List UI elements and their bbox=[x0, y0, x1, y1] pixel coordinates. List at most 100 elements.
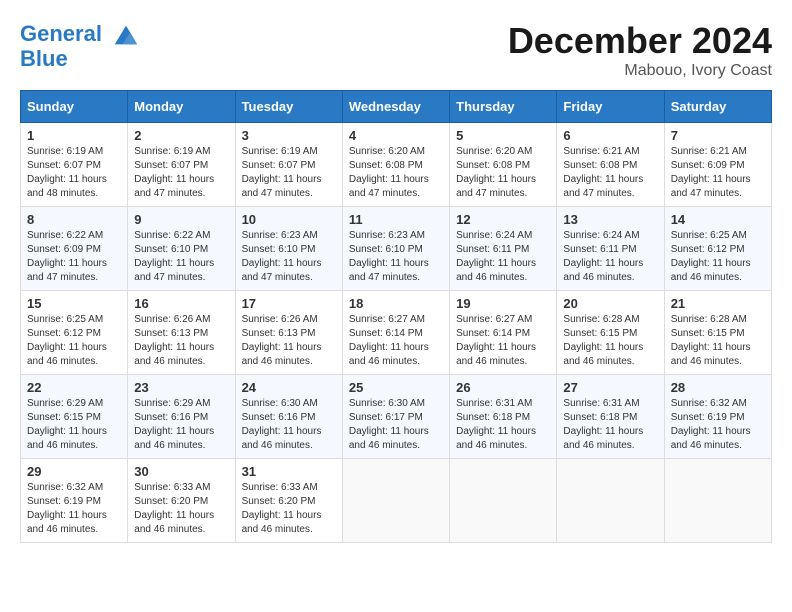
day-number: 1 bbox=[27, 128, 121, 143]
day-info: Sunrise: 6:31 AM Sunset: 6:18 PM Dayligh… bbox=[563, 397, 657, 453]
day-number: 28 bbox=[671, 380, 765, 395]
day-info: Sunrise: 6:20 AM Sunset: 6:08 PM Dayligh… bbox=[456, 145, 550, 201]
logo: General Blue bbox=[20, 20, 141, 72]
calendar-cell: 10 Sunrise: 6:23 AM Sunset: 6:10 PM Dayli… bbox=[235, 207, 342, 291]
header: General Blue December 2024 Mabouo, Ivory… bbox=[20, 20, 772, 80]
day-number: 17 bbox=[242, 296, 336, 311]
day-number: 25 bbox=[349, 380, 443, 395]
day-info: Sunrise: 6:30 AM Sunset: 6:17 PM Dayligh… bbox=[349, 397, 443, 453]
day-number: 10 bbox=[242, 212, 336, 227]
calendar-cell: 28 Sunrise: 6:32 AM Sunset: 6:19 PM Dayli… bbox=[664, 375, 771, 459]
day-number: 14 bbox=[671, 212, 765, 227]
day-info: Sunrise: 6:30 AM Sunset: 6:16 PM Dayligh… bbox=[242, 397, 336, 453]
calendar-cell: 14 Sunrise: 6:25 AM Sunset: 6:12 PM Dayli… bbox=[664, 207, 771, 291]
calendar-cell: 6 Sunrise: 6:21 AM Sunset: 6:08 PM Daylig… bbox=[557, 123, 664, 207]
day-number: 22 bbox=[27, 380, 121, 395]
week-row-1: 1 Sunrise: 6:19 AM Sunset: 6:07 PM Daylig… bbox=[21, 123, 772, 207]
calendar-cell bbox=[450, 459, 557, 543]
day-number: 6 bbox=[563, 128, 657, 143]
week-row-5: 29 Sunrise: 6:32 AM Sunset: 6:19 PM Dayli… bbox=[21, 459, 772, 543]
calendar-cell: 19Sunrise: 6:27 AM Sunset: 6:14 PM Dayli… bbox=[450, 291, 557, 375]
calendar-cell: 21 Sunrise: 6:28 AM Sunset: 6:15 PM Dayli… bbox=[664, 291, 771, 375]
calendar-cell: 16Sunrise: 6:26 AM Sunset: 6:13 PM Dayli… bbox=[128, 291, 235, 375]
calendar-cell: 3 Sunrise: 6:19 AM Sunset: 6:07 PM Daylig… bbox=[235, 123, 342, 207]
month-title: December 2024 bbox=[508, 20, 772, 62]
calendar-cell: 20Sunrise: 6:28 AM Sunset: 6:15 PM Dayli… bbox=[557, 291, 664, 375]
day-info: Sunrise: 6:22 AM Sunset: 6:10 PM Dayligh… bbox=[134, 229, 228, 285]
calendar-cell: 8 Sunrise: 6:22 AM Sunset: 6:09 PM Daylig… bbox=[21, 207, 128, 291]
day-info: Sunrise: 6:28 AM Sunset: 6:15 PM Dayligh… bbox=[671, 313, 765, 369]
calendar-cell: 2Sunrise: 6:19 AM Sunset: 6:07 PM Daylig… bbox=[128, 123, 235, 207]
day-number: 26 bbox=[456, 380, 550, 395]
weekday-header-wednesday: Wednesday bbox=[342, 91, 449, 123]
day-info: Sunrise: 6:29 AM Sunset: 6:15 PM Dayligh… bbox=[27, 397, 121, 453]
day-info: Sunrise: 6:20 AM Sunset: 6:08 PM Dayligh… bbox=[349, 145, 443, 201]
calendar-cell: 1 Sunrise: 6:19 AM Sunset: 6:07 PM Daylig… bbox=[21, 123, 128, 207]
weekday-header-monday: Monday bbox=[128, 91, 235, 123]
day-number: 29 bbox=[27, 464, 121, 479]
day-number: 15 bbox=[27, 296, 121, 311]
title-section: December 2024 Mabouo, Ivory Coast bbox=[508, 20, 772, 80]
day-info: Sunrise: 6:33 AM Sunset: 6:20 PM Dayligh… bbox=[242, 481, 336, 537]
day-number: 4 bbox=[349, 128, 443, 143]
day-info: Sunrise: 6:19 AM Sunset: 6:07 PM Dayligh… bbox=[27, 145, 121, 201]
weekday-header-row: SundayMondayTuesdayWednesdayThursdayFrid… bbox=[21, 91, 772, 123]
day-info: Sunrise: 6:26 AM Sunset: 6:13 PM Dayligh… bbox=[134, 313, 228, 369]
day-info: Sunrise: 6:32 AM Sunset: 6:19 PM Dayligh… bbox=[671, 397, 765, 453]
day-info: Sunrise: 6:22 AM Sunset: 6:09 PM Dayligh… bbox=[27, 229, 121, 285]
day-info: Sunrise: 6:33 AM Sunset: 6:20 PM Dayligh… bbox=[134, 481, 228, 537]
day-info: Sunrise: 6:23 AM Sunset: 6:10 PM Dayligh… bbox=[349, 229, 443, 285]
calendar-cell: 13 Sunrise: 6:24 AM Sunset: 6:11 PM Dayli… bbox=[557, 207, 664, 291]
day-number: 3 bbox=[242, 128, 336, 143]
day-number: 31 bbox=[242, 464, 336, 479]
day-info: Sunrise: 6:19 AM Sunset: 6:07 PM Dayligh… bbox=[242, 145, 336, 201]
weekday-header-thursday: Thursday bbox=[450, 91, 557, 123]
day-number: 21 bbox=[671, 296, 765, 311]
calendar-cell bbox=[664, 459, 771, 543]
location-title: Mabouo, Ivory Coast bbox=[508, 62, 772, 80]
day-info: Sunrise: 6:25 AM Sunset: 6:12 PM Dayligh… bbox=[671, 229, 765, 285]
week-row-3: 15 Sunrise: 6:25 AM Sunset: 6:12 PM Dayli… bbox=[21, 291, 772, 375]
calendar-cell bbox=[557, 459, 664, 543]
day-number: 19 bbox=[456, 296, 550, 311]
day-info: Sunrise: 6:31 AM Sunset: 6:18 PM Dayligh… bbox=[456, 397, 550, 453]
calendar-cell: 4 Sunrise: 6:20 AM Sunset: 6:08 PM Daylig… bbox=[342, 123, 449, 207]
day-info: Sunrise: 6:25 AM Sunset: 6:12 PM Dayligh… bbox=[27, 313, 121, 369]
week-row-2: 8 Sunrise: 6:22 AM Sunset: 6:09 PM Daylig… bbox=[21, 207, 772, 291]
day-info: Sunrise: 6:24 AM Sunset: 6:11 PM Dayligh… bbox=[563, 229, 657, 285]
calendar-cell: 15 Sunrise: 6:25 AM Sunset: 6:12 PM Dayli… bbox=[21, 291, 128, 375]
weekday-header-friday: Friday bbox=[557, 91, 664, 123]
calendar-cell: 18 Sunrise: 6:27 AM Sunset: 6:14 PM Dayli… bbox=[342, 291, 449, 375]
calendar-cell: 27 Sunrise: 6:31 AM Sunset: 6:18 PM Dayli… bbox=[557, 375, 664, 459]
calendar-cell bbox=[342, 459, 449, 543]
day-info: Sunrise: 6:32 AM Sunset: 6:19 PM Dayligh… bbox=[27, 481, 121, 537]
day-info: Sunrise: 6:21 AM Sunset: 6:08 PM Dayligh… bbox=[563, 145, 657, 201]
weekday-header-saturday: Saturday bbox=[664, 91, 771, 123]
day-number: 23 bbox=[134, 380, 228, 395]
day-number: 12 bbox=[456, 212, 550, 227]
day-info: Sunrise: 6:29 AM Sunset: 6:16 PM Dayligh… bbox=[134, 397, 228, 453]
calendar-cell: 26 Sunrise: 6:31 AM Sunset: 6:18 PM Dayli… bbox=[450, 375, 557, 459]
calendar-cell: 23 Sunrise: 6:29 AM Sunset: 6:16 PM Dayli… bbox=[128, 375, 235, 459]
day-info: Sunrise: 6:24 AM Sunset: 6:11 PM Dayligh… bbox=[456, 229, 550, 285]
calendar-cell: 9Sunrise: 6:22 AM Sunset: 6:10 PM Daylig… bbox=[128, 207, 235, 291]
day-number: 24 bbox=[242, 380, 336, 395]
day-number: 18 bbox=[349, 296, 443, 311]
calendar-cell: 11 Sunrise: 6:23 AM Sunset: 6:10 PM Dayli… bbox=[342, 207, 449, 291]
day-number: 7 bbox=[671, 128, 765, 143]
day-number: 5 bbox=[456, 128, 550, 143]
day-number: 8 bbox=[27, 212, 121, 227]
calendar-cell: 17Sunrise: 6:26 AM Sunset: 6:13 PM Dayli… bbox=[235, 291, 342, 375]
day-info: Sunrise: 6:23 AM Sunset: 6:10 PM Dayligh… bbox=[242, 229, 336, 285]
calendar-cell: 25 Sunrise: 6:30 AM Sunset: 6:17 PM Dayli… bbox=[342, 375, 449, 459]
day-info: Sunrise: 6:27 AM Sunset: 6:14 PM Dayligh… bbox=[349, 313, 443, 369]
day-number: 20 bbox=[563, 296, 657, 311]
day-number: 11 bbox=[349, 212, 443, 227]
day-number: 30 bbox=[134, 464, 228, 479]
calendar-table: SundayMondayTuesdayWednesdayThursdayFrid… bbox=[20, 90, 772, 543]
calendar-cell: 5 Sunrise: 6:20 AM Sunset: 6:08 PM Daylig… bbox=[450, 123, 557, 207]
day-number: 13 bbox=[563, 212, 657, 227]
calendar-cell: 29 Sunrise: 6:32 AM Sunset: 6:19 PM Dayli… bbox=[21, 459, 128, 543]
calendar-cell: 24 Sunrise: 6:30 AM Sunset: 6:16 PM Dayli… bbox=[235, 375, 342, 459]
day-number: 27 bbox=[563, 380, 657, 395]
